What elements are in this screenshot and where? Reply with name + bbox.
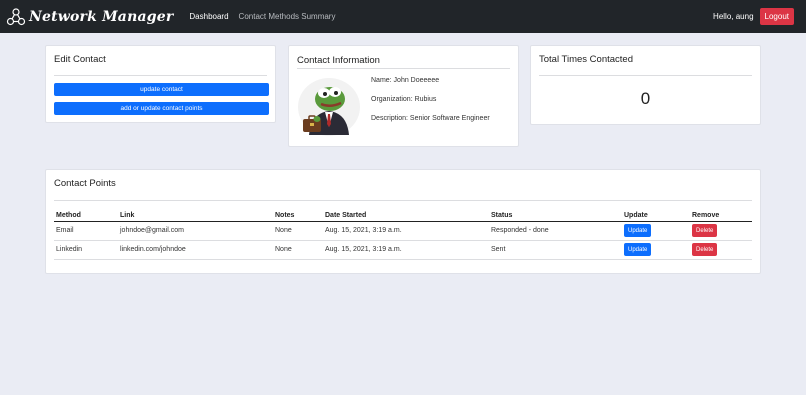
divider <box>54 200 752 201</box>
update-button[interactable]: Update <box>624 243 652 256</box>
brand-name: Network Manager <box>29 8 174 25</box>
brand[interactable]: Network Manager <box>6 7 173 27</box>
cell-method: Email <box>54 221 118 241</box>
cell-status: Sent <box>489 240 622 260</box>
avatar <box>298 78 360 136</box>
divider <box>297 68 510 69</box>
contact-information-card: Contact Information Name: John Doeeeee O… <box>288 45 519 147</box>
contact-name: Name: John Doeeeee <box>371 77 440 84</box>
nav-link-contact-methods-summary[interactable]: Contact Methods Summary <box>239 12 336 21</box>
contact-points-title: Contact Points <box>54 178 116 189</box>
cell-notes: None <box>273 221 323 241</box>
total-times-contacted-title: Total Times Contacted <box>539 54 633 65</box>
contact-organization: Organization: Rubius <box>371 96 437 103</box>
cell-update: Update <box>622 240 690 260</box>
cell-status: Responded - done <box>489 221 622 241</box>
cell-remove: Delete <box>690 240 752 260</box>
column-header-remove: Remove <box>690 210 752 222</box>
edit-contact-title: Edit Contact <box>54 54 106 65</box>
contact-points-button[interactable]: add or update contact points <box>54 102 269 115</box>
column-header-method: Method <box>54 210 118 222</box>
cell-link: linkedin.com/johndoe <box>118 240 273 260</box>
table-row: Linkedin linkedin.com/johndoe None Aug. … <box>54 240 752 260</box>
logout-button[interactable]: Logout <box>759 8 794 25</box>
update-contact-button[interactable]: update contact <box>54 83 269 96</box>
contact-description: Description: Senior Software Engineer <box>371 115 490 122</box>
cell-remove: Delete <box>690 221 752 241</box>
divider <box>539 75 752 76</box>
navbar-right: Hello, aung Logout <box>713 8 794 25</box>
contact-information-title: Contact Information <box>297 55 380 66</box>
contact-points-table: Method Link Notes Date Started Status Up… <box>54 210 752 260</box>
contact-points-card: Contact Points Method Link Notes Date St… <box>45 169 761 274</box>
times-contacted-count: 0 <box>640 89 651 108</box>
user-greeting: Hello, aung <box>713 12 754 21</box>
cell-method: Linkedin <box>54 240 118 260</box>
update-button[interactable]: Update <box>624 224 652 237</box>
column-header-update: Update <box>622 210 690 222</box>
cell-update: Update <box>622 221 690 241</box>
cell-link: johndoe@gmail.com <box>118 221 273 241</box>
divider <box>54 75 267 76</box>
cell-notes: None <box>273 240 323 260</box>
delete-button[interactable]: Delete <box>692 243 718 256</box>
network-logo-icon <box>6 7 26 25</box>
table-row: Email johndoe@gmail.com None Aug. 15, 20… <box>54 221 752 241</box>
table-header-row: Method Link Notes Date Started Status Up… <box>54 210 752 222</box>
total-times-contacted-card: Total Times Contacted 0 <box>530 45 761 125</box>
cell-date-started: Aug. 15, 2021, 3:19 a.m. <box>323 240 489 260</box>
delete-button[interactable]: Delete <box>692 224 718 237</box>
nav-link-dashboard[interactable]: Dashboard <box>189 12 228 21</box>
column-header-notes: Notes <box>273 210 323 222</box>
column-header-status: Status <box>489 210 622 222</box>
navbar: Network Manager Dashboard Contact Method… <box>0 0 806 33</box>
edit-contact-card: Edit Contact update contact add or updat… <box>45 45 276 123</box>
cell-date-started: Aug. 15, 2021, 3:19 a.m. <box>323 221 489 241</box>
column-header-date-started: Date Started <box>323 210 489 222</box>
column-header-link: Link <box>118 210 273 222</box>
